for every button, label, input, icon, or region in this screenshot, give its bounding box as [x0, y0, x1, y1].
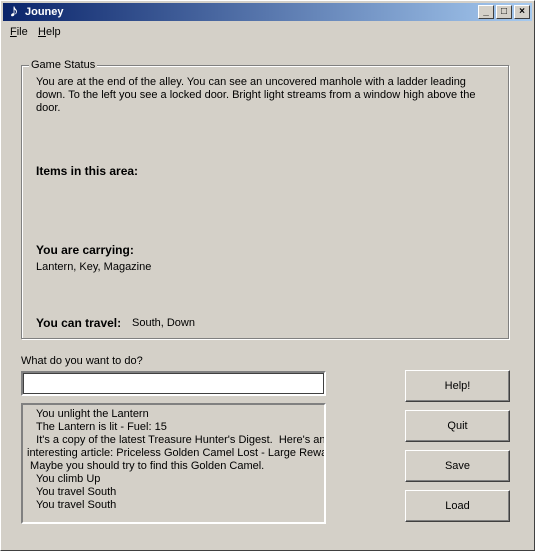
log-line: The Lantern is lit - Fuel: 15 [27, 421, 167, 433]
menu-file-mnemonic: F [10, 26, 17, 38]
app-icon: 𝅘𝅥𝅮 [10, 5, 18, 19]
log-line: interesting article: Priceless Golden Ca… [27, 447, 326, 459]
location-description: You are at the end of the alley. You can… [36, 76, 476, 114]
save-button[interactable]: Save [405, 450, 510, 482]
menu-file-rest: ile [16, 26, 28, 38]
maximize-button[interactable]: □ [496, 5, 512, 19]
load-button[interactable]: Load [405, 490, 510, 522]
log-line: It's a copy of the latest Treasure Hunte… [27, 434, 326, 446]
close-button[interactable]: × [514, 5, 530, 19]
travel-heading: You can travel: [36, 316, 122, 330]
game-status-label: Game Status [29, 59, 98, 71]
log-line: Maybe you should try to find this Golden… [27, 460, 265, 472]
items-heading: Items in this area: [36, 164, 139, 178]
command-prompt: What do you want to do? [21, 355, 143, 367]
log-line: You travel South [27, 486, 117, 498]
menu-help-rest: elp [45, 26, 61, 38]
game-status-group: Game Status You are at the end of the al… [21, 59, 509, 339]
command-input[interactable] [21, 371, 326, 396]
title-bar[interactable]: 𝅘𝅥𝅮 Jouney _ □ × [3, 3, 532, 21]
message-log[interactable]: You unlight the Lantern The Lantern is l… [21, 403, 326, 524]
minimize-button[interactable]: _ [478, 5, 494, 19]
quit-button[interactable]: Quit [405, 410, 510, 442]
log-line: You unlight the Lantern [27, 408, 149, 420]
app-window: 𝅘𝅥𝅮 Jouney _ □ × File Help Game Status Y… [0, 0, 535, 551]
help-button[interactable]: Help! [405, 370, 510, 402]
menu-help[interactable]: Help [38, 26, 61, 38]
log-line: You climb Up [27, 473, 101, 485]
travel-value: South, Down [132, 317, 195, 329]
menu-file[interactable]: File [10, 26, 28, 38]
window-title: Jouney [25, 6, 64, 18]
carrying-value: Lantern, Key, Magazine [36, 261, 152, 273]
log-line: You travel South [27, 499, 117, 511]
menu-help-mnemonic: H [38, 26, 46, 38]
carrying-heading: You are carrying: [36, 243, 134, 257]
